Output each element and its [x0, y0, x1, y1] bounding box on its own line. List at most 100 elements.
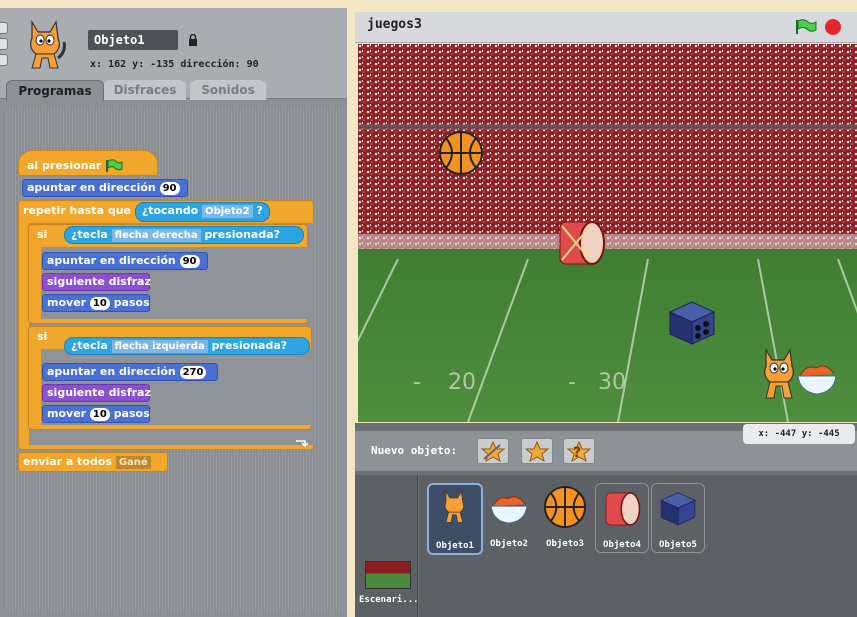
- sprite-tile-label: Objeto4: [603, 540, 641, 550]
- rotation-style-button[interactable]: [0, 54, 8, 66]
- sprite-tile-label: Objeto1: [436, 541, 474, 551]
- hat-label: al presionar: [27, 159, 102, 172]
- sprite-tile-objeto4[interactable]: Objeto4: [595, 483, 649, 553]
- stage-thumbnail-column: Escenari...: [355, 475, 419, 617]
- block-icon: [660, 492, 696, 526]
- block-label: repetir hasta que: [23, 204, 131, 217]
- stage-thumbnail[interactable]: [365, 561, 411, 589]
- sprite-tile-label: Objeto2: [490, 539, 528, 549]
- bowl-sprite[interactable]: [796, 362, 838, 396]
- mouse-x-value: -447: [774, 429, 797, 439]
- point-direction-block[interactable]: apuntar en dirección 90: [22, 179, 188, 197]
- block-label: mover: [47, 407, 87, 420]
- when-flag-clicked-block[interactable]: al presionar: [18, 150, 158, 176]
- paint-sprite-button[interactable]: [477, 438, 509, 464]
- paint-star-icon: [480, 440, 506, 463]
- next-costume-block[interactable]: siguiente disfraz: [42, 273, 151, 291]
- mouse-x-label: x:: [758, 429, 770, 439]
- svg-text:-: -: [568, 370, 576, 395]
- block-label: pasos: [113, 407, 150, 420]
- key-dropdown[interactable]: flecha derecha: [111, 229, 201, 242]
- direction-input[interactable]: 270: [179, 366, 207, 379]
- block-label: presionada?: [204, 228, 281, 241]
- basketball-sprite[interactable]: [438, 130, 484, 176]
- block-label: enviar a todos: [23, 455, 112, 468]
- new-sprite-label: Nuevo objeto:: [371, 444, 458, 457]
- sprite-tile-objeto5[interactable]: Objeto5: [651, 483, 705, 553]
- question-star-icon: ?: [566, 440, 592, 463]
- block-label: si: [37, 330, 48, 343]
- drum-sprite[interactable]: [556, 216, 606, 270]
- block-sprite[interactable]: [666, 298, 718, 346]
- yard-number: 20: [448, 370, 476, 395]
- direction-input[interactable]: 90: [179, 255, 200, 268]
- green-flag-button[interactable]: [795, 19, 817, 35]
- folder-star-icon: [524, 440, 550, 463]
- block-label: mover: [47, 296, 87, 309]
- tab-sonidos[interactable]: Sonidos: [190, 80, 266, 100]
- mouse-y-label: y:: [801, 429, 813, 439]
- rotation-style-button[interactable]: [0, 22, 8, 34]
- move-steps-block[interactable]: mover 10 pasos: [42, 405, 150, 423]
- bowl-icon: [490, 496, 528, 524]
- next-costume-block[interactable]: siguiente disfraz: [42, 384, 151, 402]
- point-direction-block[interactable]: apuntar en dirección 270: [42, 363, 218, 381]
- drum-icon: [605, 492, 641, 526]
- x-value: 162: [108, 59, 127, 70]
- sprite-name-field[interactable]: Objeto1: [88, 30, 178, 50]
- basketball-icon: [543, 485, 587, 529]
- loop-arrow-icon: [296, 440, 309, 447]
- move-steps-block[interactable]: mover 10 pasos: [42, 294, 150, 312]
- sprite-panel: Nuevo objeto: ? x: -447 y: -445 Escenari…: [355, 423, 857, 617]
- message-dropdown[interactable]: Gané: [115, 456, 151, 469]
- direction-value: 90: [246, 59, 259, 70]
- block-label: ¿tecla: [71, 339, 108, 352]
- key-pressed-sensor[interactable]: ¿tecla flecha izquierda presionada?: [64, 337, 310, 355]
- block-label: ?: [256, 204, 263, 217]
- y-value: -135: [150, 59, 175, 70]
- sprite-list: Objeto1 Objeto2 Objeto3 Objeto4 Objeto5: [419, 475, 857, 617]
- block-label: pasos: [113, 296, 150, 309]
- stage-thumbnail-label: Escenari...: [359, 595, 419, 605]
- block-label: si: [37, 228, 48, 241]
- touching-sensor[interactable]: ¿tocando Objeto2 ?: [134, 202, 270, 222]
- block-label: apuntar en dirección: [47, 365, 176, 378]
- block-label: apuntar en dirección: [27, 181, 156, 194]
- touching-dropdown[interactable]: Objeto2: [202, 205, 253, 218]
- sprite-tile-label: Objeto5: [659, 540, 697, 550]
- steps-input[interactable]: 10: [89, 408, 110, 421]
- key-pressed-sensor[interactable]: ¿tecla flecha derecha presionada?: [64, 226, 304, 244]
- y-label: y:: [132, 59, 145, 70]
- sprite-cat-icon: [30, 19, 66, 69]
- stage-canvas[interactable]: - - 20 30: [358, 44, 857, 422]
- scripts-area[interactable]: al presionar apuntar en dirección 90 rep…: [4, 108, 344, 613]
- stage-header: juegos3: [355, 12, 857, 43]
- yard-number: 30: [598, 370, 626, 395]
- sprite-tile-objeto3[interactable]: Objeto3: [539, 483, 591, 551]
- broadcast-block[interactable]: enviar a todos Gané: [18, 452, 168, 472]
- x-label: x:: [90, 59, 103, 70]
- mouse-y-value: -445: [817, 429, 840, 439]
- cat-icon: [444, 490, 464, 523]
- point-direction-block[interactable]: apuntar en dirección 90: [42, 252, 208, 270]
- rotation-style-button[interactable]: [0, 38, 8, 50]
- sprite-tile-objeto1[interactable]: Objeto1: [427, 483, 483, 555]
- steps-input[interactable]: 10: [89, 297, 110, 310]
- direction-input[interactable]: 90: [159, 182, 180, 195]
- lock-icon[interactable]: [188, 34, 198, 46]
- sprite-tile-objeto2[interactable]: Objeto2: [483, 483, 535, 551]
- svg-text:-: -: [413, 370, 421, 395]
- svg-text:?: ?: [573, 445, 581, 461]
- project-title: juegos3: [367, 17, 422, 32]
- block-label: ¿tecla: [71, 228, 108, 241]
- surprise-sprite-button[interactable]: ?: [563, 438, 595, 464]
- choose-sprite-button[interactable]: [521, 438, 553, 464]
- key-dropdown[interactable]: flecha izquierda: [111, 340, 208, 353]
- tab-programas[interactable]: Programas: [6, 80, 104, 101]
- stop-button[interactable]: [825, 19, 841, 35]
- sprite-tile-label: Objeto3: [546, 539, 584, 549]
- mouse-coordinates: x: -447 y: -445: [743, 424, 855, 444]
- green-flag-icon: [106, 159, 123, 172]
- tab-disfraces[interactable]: Disfraces: [104, 80, 186, 100]
- block-label: apuntar en dirección: [47, 254, 176, 267]
